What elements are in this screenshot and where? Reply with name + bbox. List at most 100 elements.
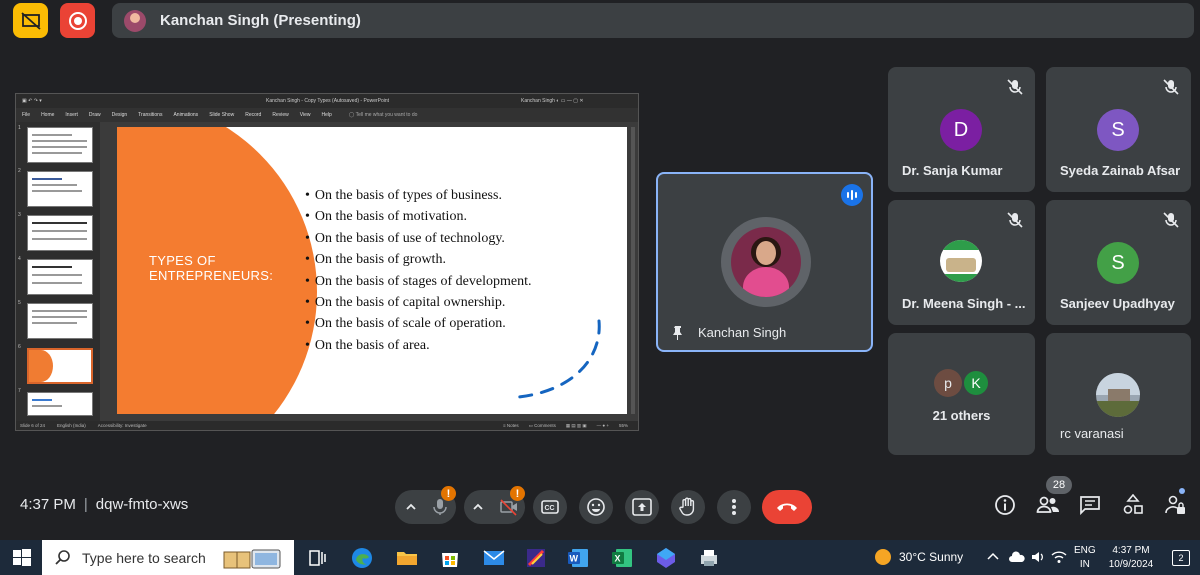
lang-code: ENG bbox=[1074, 545, 1096, 556]
participant-name: rc varanasi bbox=[1060, 426, 1124, 441]
presenter-photo bbox=[731, 227, 801, 297]
tray-chevron-up-icon[interactable] bbox=[985, 549, 1001, 565]
activities-icon bbox=[1123, 494, 1143, 514]
chat-button[interactable] bbox=[1077, 492, 1103, 518]
participant-tile[interactable]: rc varanasi bbox=[1046, 333, 1191, 455]
participant-tile[interactable]: S Sanjeev Upadhyay bbox=[1046, 200, 1191, 325]
record-icon bbox=[68, 11, 87, 30]
participant-tile[interactable]: S Syeda Zainab Afsar bbox=[1046, 67, 1191, 192]
svg-text:CC: CC bbox=[545, 505, 555, 512]
participant-avatar-photo bbox=[1096, 373, 1140, 417]
presenter-avatar bbox=[124, 9, 146, 32]
ppt-status-right: ≡ Notes ▭ Comments ▦ ▤ ▥ ▣ — ● +55% bbox=[502, 422, 628, 428]
task-view-icon[interactable] bbox=[305, 546, 329, 570]
ppt-status-slide: Slide 6 of 24 bbox=[20, 423, 46, 428]
hang-up-icon bbox=[777, 503, 797, 511]
notification-dot bbox=[1179, 488, 1185, 494]
emoji-icon bbox=[587, 498, 605, 516]
stop-presenting-button[interactable] bbox=[13, 3, 48, 38]
reactions-button[interactable] bbox=[579, 490, 613, 524]
participant-tile[interactable]: D Dr. Sanja Kumar bbox=[888, 67, 1035, 192]
slide-bullet: On the basis of growth. bbox=[305, 249, 531, 270]
meeting-code: dqw-fmto-xws bbox=[95, 496, 189, 513]
file-explorer-icon[interactable] bbox=[395, 546, 419, 570]
notification-center-icon[interactable]: 2 bbox=[1172, 550, 1190, 566]
ppt-tab: Animations bbox=[173, 112, 199, 118]
taskbar-clock[interactable]: 4:37 PM 10/9/2024 bbox=[1107, 544, 1155, 572]
ppt-statusbar: Slide 6 of 24 English (India) Accessibil… bbox=[16, 421, 638, 430]
ppt-tab: Slide Show bbox=[209, 112, 235, 118]
ppt-scrollbar[interactable] bbox=[631, 127, 635, 414]
word-icon[interactable]: W bbox=[566, 546, 590, 570]
participant-name: Dr. Sanja Kumar bbox=[902, 163, 1003, 178]
cloud-icon[interactable] bbox=[1008, 549, 1026, 565]
slide-bullet: On the basis of capital ownership. bbox=[305, 292, 531, 313]
participant-avatar: K bbox=[962, 369, 990, 397]
participant-avatar: p bbox=[934, 369, 962, 397]
mic-off-icon bbox=[1007, 79, 1023, 95]
mic-control[interactable]: ! bbox=[395, 486, 456, 524]
camera-control[interactable]: ! bbox=[464, 486, 525, 524]
chevron-up-icon[interactable] bbox=[404, 500, 418, 514]
paint-app-icon[interactable] bbox=[524, 546, 548, 570]
meet-window: Kanchan Singh (Presenting) ▣ ↶ ↷ ▾ Kanch… bbox=[0, 0, 1200, 575]
meeting-details-button[interactable] bbox=[992, 492, 1018, 518]
chevron-up-icon[interactable] bbox=[471, 500, 485, 514]
slide-thumbnail bbox=[27, 303, 93, 339]
copilot-icon[interactable] bbox=[654, 546, 678, 570]
pen-annotation bbox=[517, 319, 601, 399]
present-button[interactable] bbox=[625, 490, 659, 524]
thumb-number: 4 bbox=[18, 256, 21, 262]
participant-name: Kanchan Singh bbox=[698, 325, 787, 340]
recording-button[interactable] bbox=[60, 3, 95, 38]
participant-tile[interactable]: Dr. Meena Singh - ... bbox=[888, 200, 1035, 325]
slide-thumbnail bbox=[27, 215, 93, 251]
host-controls-button[interactable] bbox=[1162, 492, 1188, 518]
taskbar-search-box[interactable]: Type here to search bbox=[42, 540, 294, 575]
mic-off-icon bbox=[1163, 79, 1179, 95]
lock-person-icon bbox=[1165, 495, 1185, 514]
meeting-info: 4:37 PM | dqw-fmto-xws bbox=[20, 496, 188, 513]
others-count-label: 21 others bbox=[932, 408, 991, 423]
mic-icon[interactable] bbox=[432, 498, 448, 516]
windows-start-icon[interactable] bbox=[10, 546, 34, 570]
ppt-window-title: Kanchan Singh - Copy Types (Autosaved) -… bbox=[266, 98, 390, 104]
mail-icon[interactable] bbox=[482, 546, 506, 570]
wifi-icon[interactable] bbox=[1051, 549, 1067, 565]
mic-off-icon bbox=[1007, 212, 1023, 228]
more-options-button[interactable] bbox=[717, 490, 751, 524]
mic-off-icon bbox=[1163, 212, 1179, 228]
ppt-status-lang: English (India) bbox=[57, 423, 86, 428]
pin-icon[interactable] bbox=[670, 325, 686, 341]
chat-icon bbox=[1080, 496, 1100, 515]
speaking-indicator-icon bbox=[841, 184, 863, 206]
slide-bullet: On the basis of stages of development. bbox=[305, 271, 532, 292]
input-language[interactable]: ENG IN bbox=[1074, 544, 1096, 572]
presenter-tile[interactable]: Kanchan Singh bbox=[656, 172, 873, 352]
sun-icon bbox=[875, 549, 891, 565]
slide-thumbnail-active bbox=[27, 348, 93, 384]
activities-button[interactable] bbox=[1120, 492, 1146, 518]
edge-icon[interactable] bbox=[350, 546, 374, 570]
printer-app-icon[interactable] bbox=[697, 546, 721, 570]
ppt-tab: Record bbox=[245, 112, 262, 118]
volume-icon[interactable] bbox=[1030, 549, 1046, 565]
meeting-info-separator: | bbox=[83, 496, 88, 513]
people-button[interactable] bbox=[1035, 492, 1061, 518]
others-tile[interactable]: p K 21 others bbox=[888, 333, 1035, 455]
ppt-tab: Insert bbox=[65, 112, 78, 118]
raise-hand-button[interactable] bbox=[671, 490, 705, 524]
taskbar-weather[interactable]: 30°C Sunny bbox=[875, 549, 963, 565]
leave-call-button[interactable] bbox=[762, 490, 812, 524]
taskbar-search-placeholder: Type here to search bbox=[82, 549, 206, 566]
ppt-tab: View bbox=[299, 112, 311, 118]
present-screen-icon bbox=[632, 498, 652, 516]
clock-time: 4:37 PM bbox=[1112, 545, 1150, 556]
excel-icon[interactable]: X bbox=[610, 546, 634, 570]
store-icon[interactable] bbox=[438, 546, 462, 570]
participant-avatar: S bbox=[1097, 109, 1139, 151]
camera-warning-badge: ! bbox=[510, 486, 525, 501]
ppt-tab: File bbox=[22, 112, 31, 118]
search-icon bbox=[55, 549, 70, 565]
captions-button[interactable]: CC bbox=[533, 490, 567, 524]
